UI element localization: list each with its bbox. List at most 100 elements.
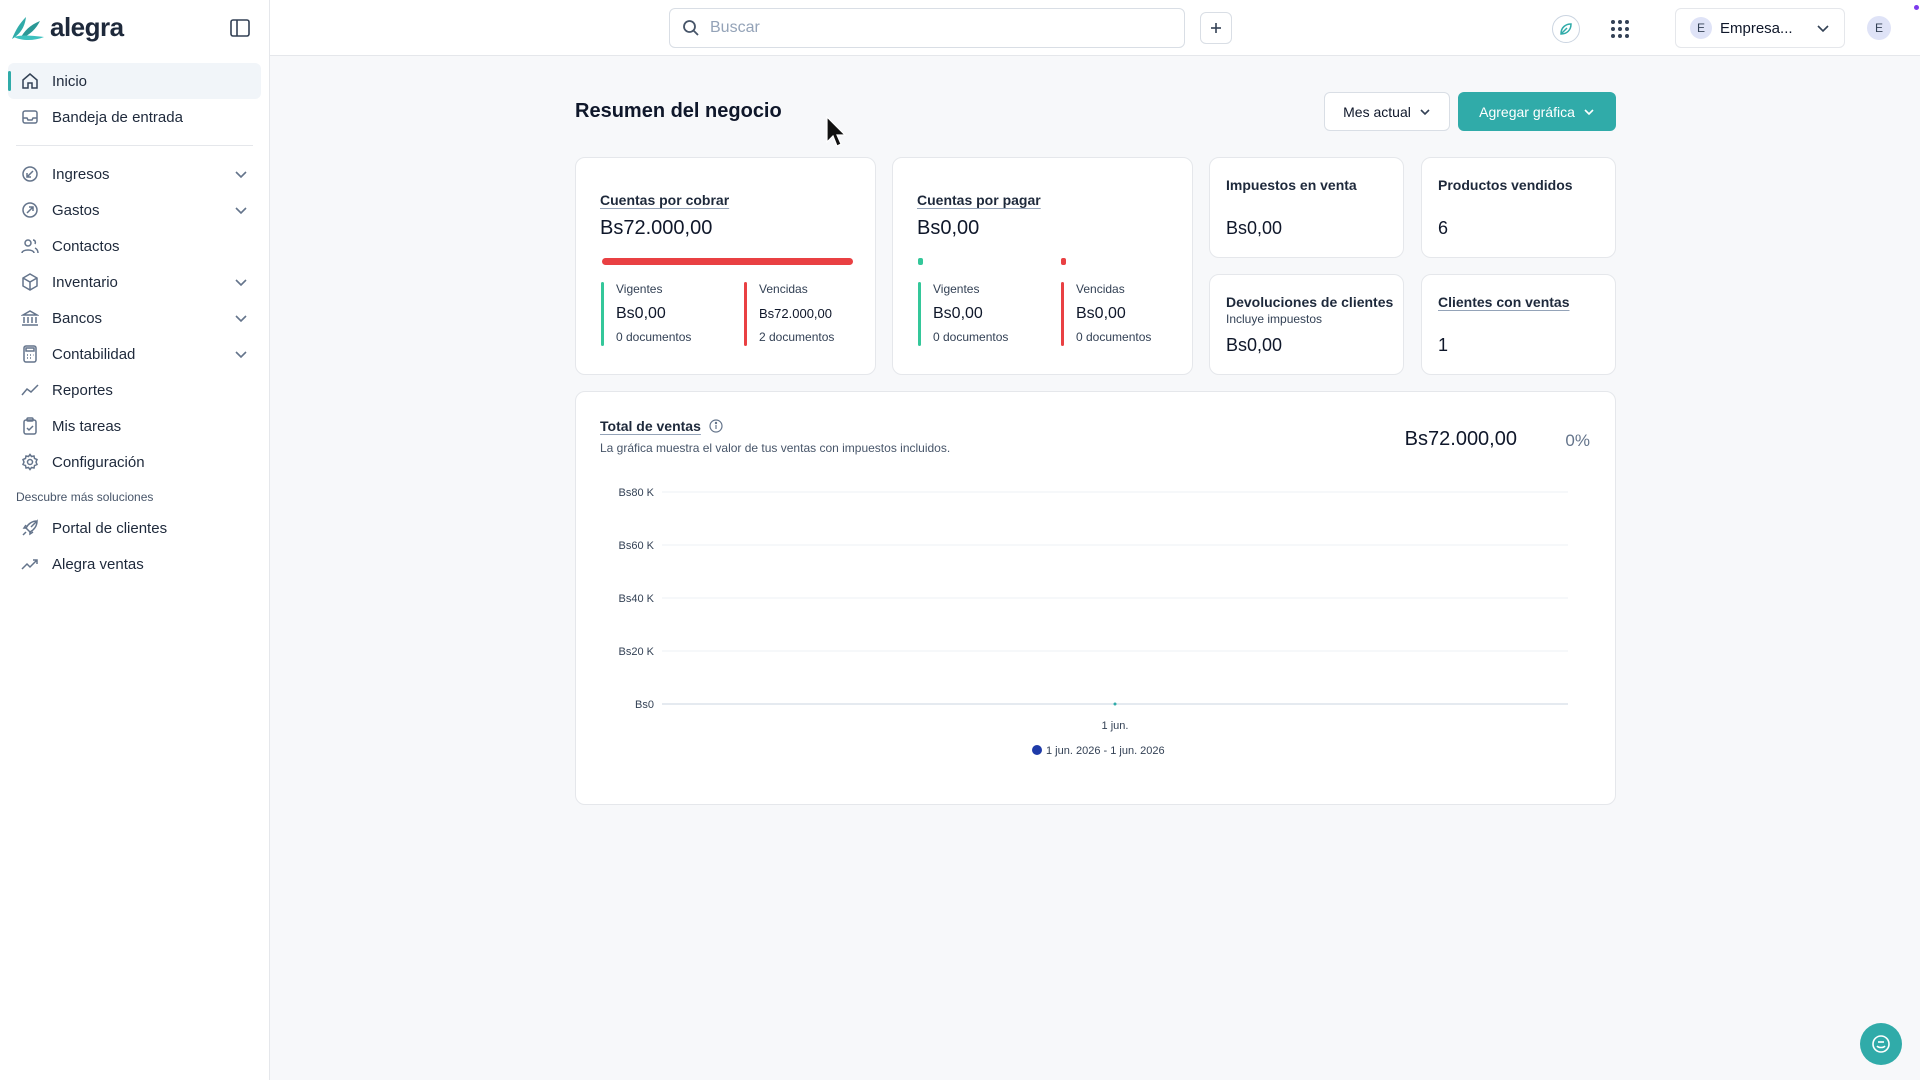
sidebar-item-label: Bandeja de entrada: [52, 108, 183, 126]
sidebar-item-contactos[interactable]: Contactos: [8, 228, 261, 264]
sidebar-item-reportes[interactable]: Reportes: [8, 372, 261, 408]
quick-add-button[interactable]: [1200, 12, 1232, 44]
sidebar-item-label: Contabilidad: [52, 345, 136, 363]
gear-icon: [20, 452, 40, 472]
search-box[interactable]: [669, 8, 1185, 48]
taxes-card: Impuestos en venta Bs0,00: [1209, 157, 1404, 258]
apps-grid-icon: [1611, 20, 1629, 38]
sidebar-nav: Inicio Bandeja de entrada Ingresos Gasto…: [0, 55, 269, 590]
receivable-current-docs: 0 documentos: [616, 330, 692, 344]
chevron-down-icon: [1420, 108, 1430, 115]
logo-row: alegra: [0, 0, 269, 55]
payable-current-bar: [918, 258, 923, 265]
y-tick-label: Bs40 K: [619, 593, 655, 605]
returns-title: Devoluciones de clientes: [1226, 294, 1394, 310]
sidebar-item-label: Portal de clientes: [52, 519, 168, 537]
trend-up-icon: [20, 554, 40, 574]
plus-icon: [1211, 23, 1221, 33]
taxes-title: Impuestos en venta: [1226, 177, 1357, 193]
topbar: E Empresa... E: [270, 0, 1920, 56]
receivable-overdue-indicator: [744, 282, 747, 346]
legend-label: 1 jun. 2026 - 1 jun. 2026: [1046, 745, 1165, 757]
bank-icon: [20, 308, 40, 328]
search-input[interactable]: [710, 19, 1172, 37]
chevron-down-icon: [231, 308, 251, 328]
payable-overdue-bar: [1061, 258, 1066, 265]
logo-text: alegra: [50, 12, 124, 42]
receivable-overdue-bar: [602, 258, 853, 265]
period-filter-button[interactable]: Mes actual: [1324, 92, 1450, 131]
receivable-overdue-amount: Bs72.000,00: [759, 306, 833, 321]
add-chart-label: Agregar gráfica: [1479, 103, 1575, 120]
clipboard-icon: [20, 416, 40, 436]
box-icon: [20, 272, 40, 292]
add-chart-button[interactable]: Agregar gráfica: [1458, 92, 1616, 131]
sidebar-item-label: Ingresos: [52, 165, 110, 183]
taxes-value: Bs0,00: [1226, 218, 1283, 238]
clients-value: 1: [1438, 335, 1449, 355]
sidebar-item-mis-tareas[interactable]: Mis tareas: [8, 408, 261, 444]
returns-value: Bs0,00: [1226, 335, 1283, 355]
smiley-icon: [1872, 1035, 1890, 1053]
sidebar-item-configuracion[interactable]: Configuración: [8, 444, 261, 480]
alegra-leaf-icon: [12, 16, 44, 40]
payable-card: Cuentas por pagar Bs0,00 Vigentes Bs0,00…: [892, 157, 1193, 375]
mouse-cursor-icon: [826, 116, 847, 147]
sidebar-item-ingresos[interactable]: Ingresos: [8, 156, 261, 192]
sidebar-item-bancos[interactable]: Bancos: [8, 300, 261, 336]
products-title: Productos vendidos: [1438, 177, 1573, 193]
payable-overdue-amount: Bs0,00: [1076, 305, 1126, 322]
sidebar-item-alegra-ventas[interactable]: Alegra ventas: [8, 546, 261, 582]
sales-card: Total de ventas La gráfica muestra el va…: [575, 391, 1616, 805]
sidebar-item-inventario[interactable]: Inventario: [8, 264, 261, 300]
payable-title[interactable]: Cuentas por pagar: [917, 192, 1041, 208]
data-point: [1113, 702, 1117, 706]
sidebar-toggle-icon: [230, 18, 250, 37]
period-filter-label: Mes actual: [1343, 103, 1411, 120]
receivable-current-label: Vigentes: [616, 282, 663, 296]
sidebar-item-label: Inicio: [52, 72, 88, 90]
sidebar-section-title: Descubre más soluciones: [16, 490, 154, 504]
sidebar-toggle-button[interactable]: [229, 17, 251, 39]
sidebar-item-label: Contactos: [52, 237, 120, 255]
company-selector[interactable]: E Empresa...: [1675, 8, 1845, 48]
company-avatar: E: [1690, 17, 1712, 39]
page-title: Resumen del negocio: [575, 100, 782, 122]
payable-amount: Bs0,00: [917, 217, 980, 239]
chevron-down-icon: [1584, 108, 1594, 115]
inbox-icon: [20, 107, 40, 127]
eco-leaf-button[interactable]: [1552, 15, 1580, 43]
receivable-title[interactable]: Cuentas por cobrar: [600, 192, 729, 208]
user-avatar[interactable]: E: [1867, 16, 1891, 40]
sidebar-item-bandeja[interactable]: Bandeja de entrada: [8, 99, 261, 135]
sidebar-item-label: Inventario: [52, 273, 118, 291]
receivable-current-amount: Bs0,00: [616, 305, 666, 322]
home-icon: [20, 71, 40, 91]
sales-chart: Bs0 Bs20 K Bs40 K Bs60 K Bs80 K 1 jun. 1 jun. …: [619, 487, 1568, 757]
clients-title[interactable]: Clientes con ventas: [1438, 294, 1570, 310]
y-tick-label: Bs20 K: [619, 646, 655, 658]
payable-current-indicator: [918, 282, 921, 346]
sidebar-item-portal-clientes[interactable]: Portal de clientes: [8, 510, 261, 546]
receivable-overdue-docs: 2 documentos: [759, 330, 835, 344]
notification-dot: [1914, 5, 1919, 10]
payable-current-docs: 0 documentos: [933, 330, 1009, 344]
receivable-card: Cuentas por cobrar Bs72.000,00 Vigentes …: [575, 157, 876, 375]
y-tick-label: Bs0: [635, 699, 654, 711]
alegra-logo[interactable]: alegra: [10, 12, 124, 43]
sidebar: alegra Inicio Bandeja de entrada Ingreso…: [0, 0, 270, 1080]
returns-card: Devoluciones de clientes Incluye impuest…: [1209, 274, 1404, 375]
apps-menu-button[interactable]: [1606, 15, 1634, 43]
chevron-down-icon: [231, 200, 251, 220]
y-tick-label: Bs80 K: [619, 487, 655, 499]
sidebar-item-label: Mis tareas: [52, 417, 122, 435]
sidebar-item-contabilidad[interactable]: Contabilidad: [8, 336, 261, 372]
payable-current-amount: Bs0,00: [933, 305, 983, 322]
chevron-down-icon: [1817, 25, 1829, 33]
sidebar-item-inicio[interactable]: Inicio: [8, 63, 261, 99]
payable-overdue-indicator: [1061, 282, 1064, 346]
sidebar-item-gastos[interactable]: Gastos: [8, 192, 261, 228]
sidebar-item-label: Alegra ventas: [52, 555, 144, 573]
company-name: Empresa...: [1720, 19, 1793, 37]
chat-support-button[interactable]: [1860, 1023, 1902, 1065]
